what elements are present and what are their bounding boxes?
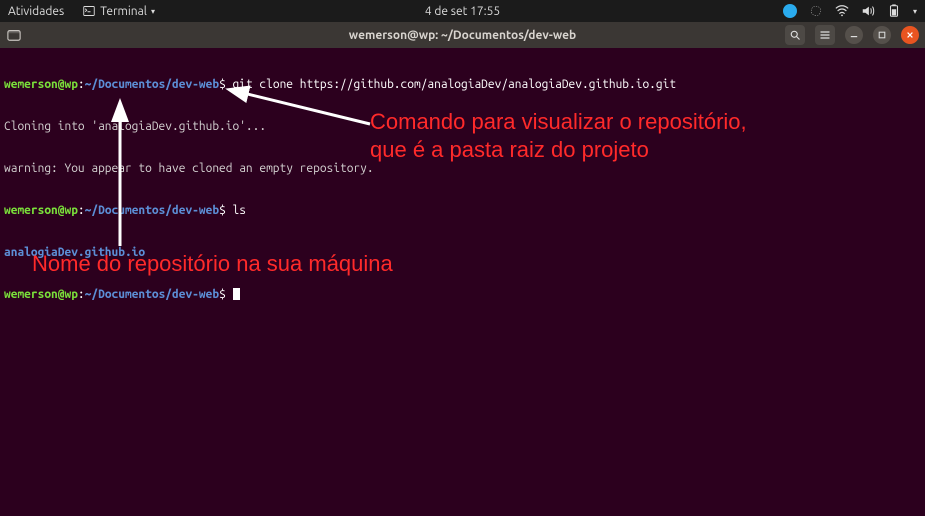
chevron-down-icon: ▾	[151, 7, 155, 16]
maximize-button[interactable]	[873, 26, 891, 44]
prompt-user: wemerson@wp	[4, 204, 78, 217]
minimize-button[interactable]	[845, 26, 863, 44]
new-tab-button[interactable]	[6, 27, 22, 43]
close-button[interactable]	[901, 26, 919, 44]
command-text	[226, 78, 233, 91]
telegram-icon[interactable]	[783, 4, 797, 18]
cursor	[233, 288, 240, 300]
terminal-output: warning: You appear to have cloned an em…	[4, 162, 921, 176]
prompt-end: $	[219, 78, 226, 91]
command-text: ls	[233, 204, 246, 217]
prompt-path: ~/Documentos/dev-web	[85, 204, 219, 217]
app-menu[interactable]: Terminal ▾	[82, 4, 155, 18]
prompt-path: ~/Documentos/dev-web	[85, 78, 219, 91]
volume-icon[interactable]	[861, 4, 875, 18]
prompt-user: wemerson@wp	[4, 288, 78, 301]
activities-button[interactable]: Atividades	[8, 5, 64, 18]
terminal-output: Cloning into 'analogiaDev.github.io'...	[4, 120, 921, 134]
command-text	[226, 288, 233, 301]
terminal-line: wemerson@wp:~/Documentos/dev-web$	[4, 288, 921, 302]
terminal-icon	[82, 4, 96, 18]
prompt-path: ~/Documentos/dev-web	[85, 288, 219, 301]
battery-icon[interactable]	[887, 4, 901, 18]
command-text: git clone https://github.com/analogiaDev…	[233, 78, 677, 91]
app-menu-label: Terminal	[100, 5, 147, 18]
terminal-output: analogiaDev.github.io	[4, 246, 921, 260]
system-menu-chevron-icon[interactable]: ▾	[913, 7, 917, 16]
alert-icon[interactable]: ◌	[809, 4, 823, 18]
window-title: wemerson@wp: ~/Documentos/dev-web	[349, 29, 576, 42]
prompt-sep: :	[78, 204, 85, 217]
terminal-viewport[interactable]: wemerson@wp:~/Documentos/dev-web$ git cl…	[0, 48, 925, 516]
wifi-icon[interactable]	[835, 4, 849, 18]
prompt-end: $	[219, 204, 226, 217]
terminal-line: wemerson@wp:~/Documentos/dev-web$ ls	[4, 204, 921, 218]
prompt-sep: :	[78, 78, 85, 91]
terminal-line: wemerson@wp:~/Documentos/dev-web$ git cl…	[4, 78, 921, 92]
prompt-end: $	[219, 288, 226, 301]
command-text	[226, 204, 233, 217]
prompt-sep: :	[78, 288, 85, 301]
prompt-user: wemerson@wp	[4, 78, 78, 91]
clock[interactable]: 4 de set 17:55	[425, 5, 500, 18]
window-titlebar: wemerson@wp: ~/Documentos/dev-web	[0, 22, 925, 48]
search-button[interactable]	[785, 25, 805, 45]
system-top-bar: Atividades Terminal ▾ 4 de set 17:55 ◌ ▾	[0, 0, 925, 22]
directory-name: analogiaDev.github.io	[4, 246, 145, 259]
hamburger-menu-button[interactable]	[815, 25, 835, 45]
